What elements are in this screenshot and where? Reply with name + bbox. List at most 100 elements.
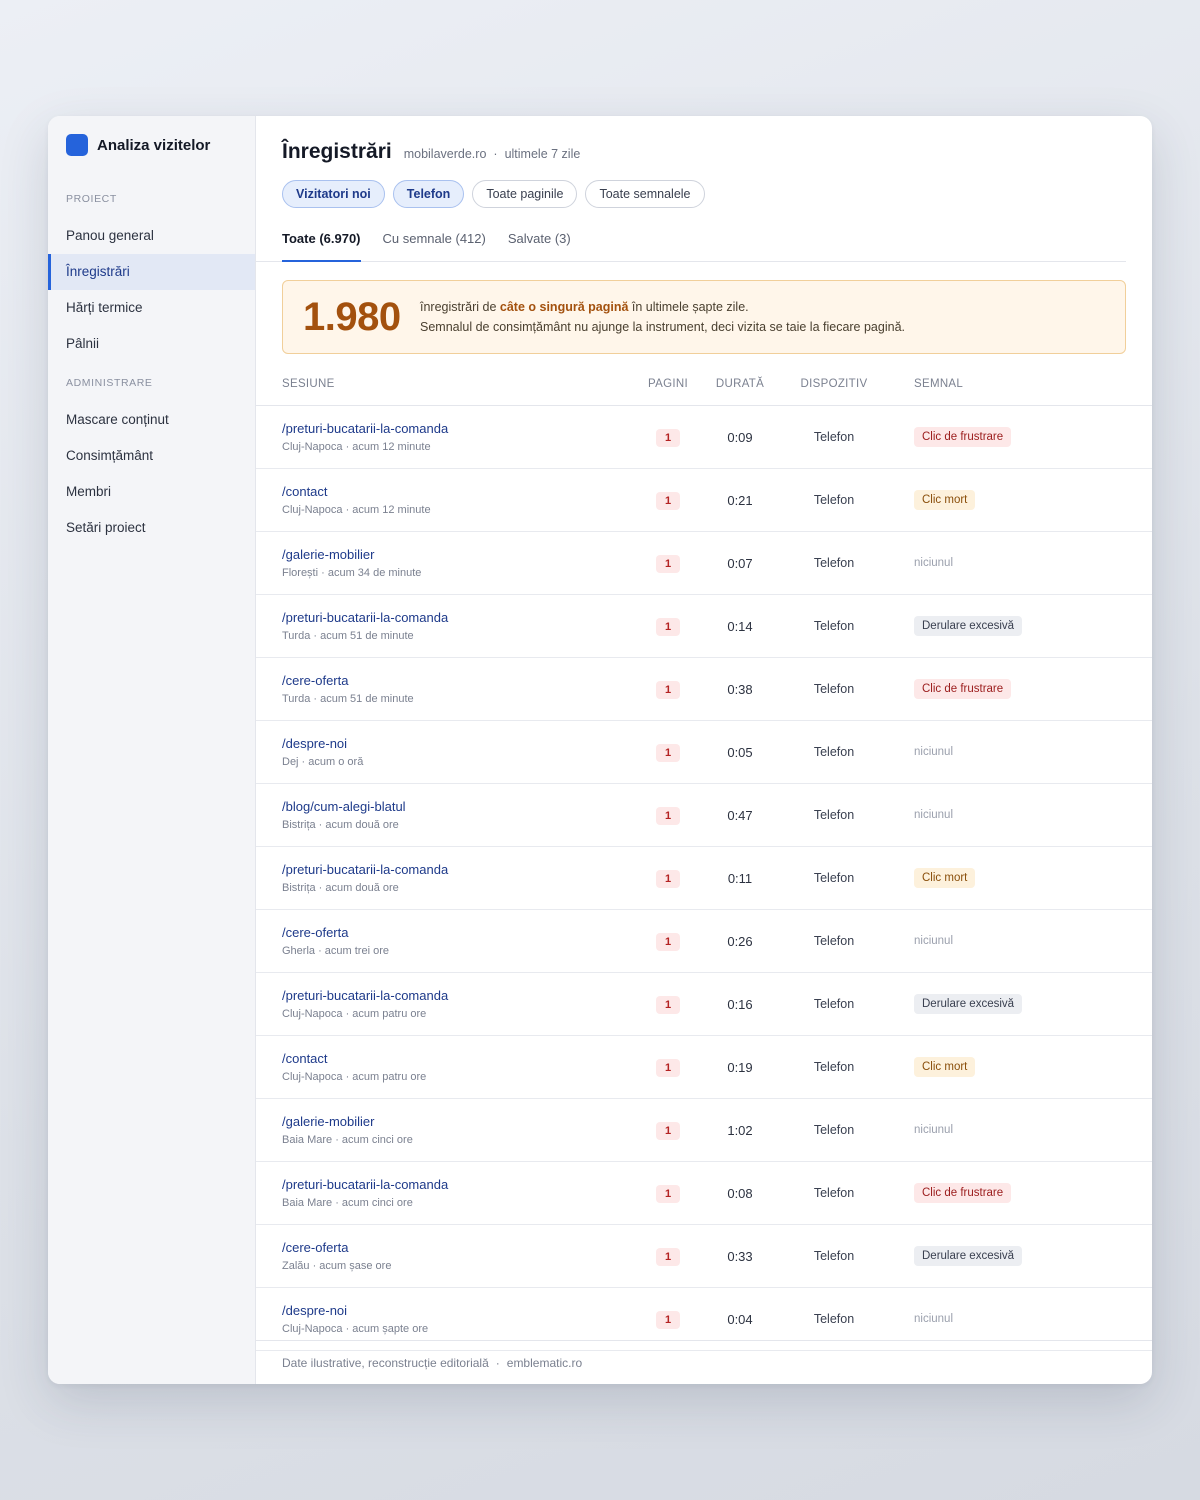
table-row[interactable]: /preturi-bucatarii-la-comanda Cluj-Napoca… [256,973,1152,1036]
pages-count-badge: 1 [656,869,680,888]
table-row[interactable]: /preturi-bucatarii-la-comanda Turda · acu… [256,595,1152,658]
session-meta: Cluj-Napoca · acum patru ore [282,1071,427,1083]
duration-cell: 0:21 [727,492,753,508]
table-row[interactable]: /galerie-mobilier Baia Mare · acum cinci … [256,1099,1152,1162]
session-path-link[interactable]: /galerie-mobilier [282,547,640,564]
session-path-link[interactable]: /contact [282,484,640,501]
signal-badge: Derulare excesivă [914,616,1023,636]
brand[interactable]: Analiza vizitelor [48,134,255,156]
table-row[interactable]: /despre-noi Dej · acum o oră 1 0:05 Telefon n… [256,721,1152,784]
device-cell: Telefon [813,556,855,570]
meta-separator: · [493,147,498,161]
sessions-table-body: /preturi-bucatarii-la-comanda Cluj-Napoca… [256,406,1152,1351]
signal-none-label: niciunul [914,746,953,758]
footer: Date ilustrative, reconstrucție editoria… [256,1340,1152,1384]
session-path-link[interactable]: /preturi-bucatarii-la-comanda [282,421,640,438]
device-cell: Telefon [813,682,855,696]
signal-badge: Derulare excesivă [914,994,1023,1014]
signal-badge: Derulare excesivă [914,1246,1023,1266]
footer-site-link[interactable]: emblematic.ro [507,1356,582,1370]
session-cell: /blog/cum-alegi-blatul Bistrița · acum do… [282,799,640,831]
session-path-link[interactable]: /cere-oferta [282,673,640,690]
sidebar-item-palnii[interactable]: Pâlnii [48,326,255,362]
signal-badge: Clic de frustrare [914,427,1012,447]
duration-cell: 0:38 [727,681,753,697]
app-logo-icon [66,134,88,156]
table-row[interactable]: /blog/cum-alegi-blatul Bistrița · acum do… [256,784,1152,847]
session-path-link[interactable]: /galerie-mobilier [282,1114,640,1131]
session-cell: /cere-oferta Turda · acum 51 de minute [282,673,640,705]
page-title: Înregistrări [282,140,392,163]
sidebar-item-membri[interactable]: Membri [48,474,255,510]
table-row[interactable]: /preturi-bucatarii-la-comanda Cluj-Napoca… [256,406,1152,469]
sidebar-item-panou-general[interactable]: Panou general [48,218,255,254]
session-path-link[interactable]: /preturi-bucatarii-la-comanda [282,862,640,879]
device-cell: Telefon [813,1186,855,1200]
tab-salvate[interactable]: Salvate (3) [508,230,571,262]
table-row[interactable]: /galerie-mobilier Florești · acum 34 de m… [256,532,1152,595]
signal-cell: Clic mort [884,1057,1064,1077]
callout-value: 1.980 [303,294,401,339]
session-path-link[interactable]: /blog/cum-alegi-blatul [282,799,640,816]
column-header-session[interactable]: SESIUNE [282,378,640,390]
duration-cell: 0:19 [727,1059,753,1075]
tab-cu-semnale[interactable]: Cu semnale (412) [383,230,486,262]
filter-chip-telefon[interactable]: Telefon [392,180,465,208]
session-meta: Zalău · acum șase ore [282,1260,392,1272]
device-cell: Telefon [813,493,855,507]
session-path-link[interactable]: /despre-noi [282,736,640,753]
session-path-link[interactable]: /preturi-bucatarii-la-comanda [282,1177,640,1194]
sidebar-item-consimtamant[interactable]: Consimțământ [48,438,255,474]
sidebar-item-setari-proiect[interactable]: Setări proiect [48,510,255,546]
sidebar-item-mascare-continut[interactable]: Mascare conținut [48,402,255,438]
sidebar: Analiza vizitelor PROIECT Panou general În… [48,116,256,1384]
duration-cell: 0:07 [727,555,753,571]
signal-badge: Clic mort [914,868,976,888]
column-header-pages[interactable]: PAGINI [640,378,696,390]
pages-cell: 1 [640,617,696,636]
device-cell: Telefon [813,619,855,633]
period-label: ultimele 7 zile [504,147,581,161]
filter-chip-toate-semnalele[interactable]: Toate semnalele [585,180,705,208]
session-path-link[interactable]: /cere-oferta [282,1240,640,1257]
session-path-link[interactable]: /contact [282,1051,640,1068]
signal-cell: niciunul [884,742,1064,762]
signal-cell: Clic de frustrare [884,1183,1064,1203]
column-header-device[interactable]: DISPOZITIV [784,378,884,390]
session-path-link[interactable]: /preturi-bucatarii-la-comanda [282,610,640,627]
table-row[interactable]: /preturi-bucatarii-la-comanda Bistrița · … [256,847,1152,910]
signal-none-label: niciunul [914,809,953,821]
session-path-link[interactable]: /preturi-bucatarii-la-comanda [282,988,640,1005]
pages-count-badge: 1 [656,1247,680,1266]
column-header-signal[interactable]: SEMNAL [884,378,1064,390]
sidebar-item-harti-termice[interactable]: Hărți termice [48,290,255,326]
table-row[interactable]: /cere-oferta Turda · acum 51 de minute 1 0:… [256,658,1152,721]
session-meta: Baia Mare · acum cinci ore [282,1134,413,1146]
table-row[interactable]: /preturi-bucatarii-la-comanda Baia Mare ·… [256,1162,1152,1225]
sidebar-item-inregistrari[interactable]: Înregistrări [48,254,255,290]
signal-none-label: niciunul [914,935,953,947]
page-header: Înregistrări mobilaverde.ro · ultimele 7 z… [256,116,1152,262]
signal-cell: Clic mort [884,868,1064,888]
pages-count-badge: 1 [656,554,680,573]
pages-count-badge: 1 [656,617,680,636]
table-row[interactable]: /contact Cluj-Napoca · acum 12 minute 1 0:2… [256,469,1152,532]
session-path-link[interactable]: /despre-noi [282,1303,640,1320]
device-cell: Telefon [813,808,855,822]
single-page-callout: 1.980 înregistrări de câte o singură pag… [282,280,1126,354]
footer-separator: · [495,1356,500,1370]
table-row[interactable]: /contact Cluj-Napoca · acum patru ore 1 0:1… [256,1036,1152,1099]
pages-count-badge: 1 [656,1121,680,1140]
table-row[interactable]: /cere-oferta Gherla · acum trei ore 1 0:26 T… [256,910,1152,973]
table-row[interactable]: /cere-oferta Zalău · acum șase ore 1 0:33 Te… [256,1225,1152,1288]
callout-text: înregistrări de câte o singură pagină în… [420,297,905,337]
filter-chip-toate-paginile[interactable]: Toate paginile [472,180,578,208]
signal-none-label: niciunul [914,1313,953,1325]
session-meta: Baia Mare · acum cinci ore [282,1197,413,1209]
filter-chip-vizitatori-noi[interactable]: Vizitatori noi [282,180,385,208]
tab-toate[interactable]: Toate (6.970) [282,230,361,262]
column-header-duration[interactable]: DURATĂ [696,378,784,390]
session-meta: Cluj-Napoca · acum patru ore [282,1008,427,1020]
session-path-link[interactable]: /cere-oferta [282,925,640,942]
